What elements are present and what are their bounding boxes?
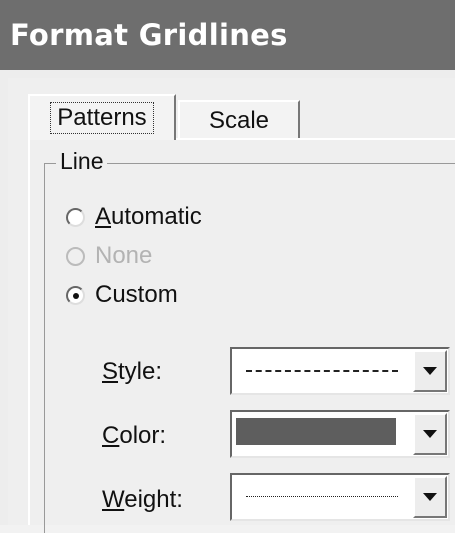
weight-dropdown[interactable] bbox=[230, 473, 450, 521]
dialog-title: Format Gridlines bbox=[10, 18, 288, 52]
patterns-panel: Line Automatic None Custom Style: Color: bbox=[28, 138, 455, 533]
chevron-down-icon bbox=[423, 493, 437, 501]
chevron-down-icon bbox=[423, 367, 437, 375]
radio-custom-label: Custom bbox=[95, 281, 178, 308]
radio-custom-button[interactable] bbox=[66, 285, 85, 305]
radio-automatic-label: Automatic bbox=[95, 203, 202, 230]
tab-scale-label: Scale bbox=[208, 107, 270, 134]
dialog-body: Patterns Scale Line Automatic None Custo… bbox=[8, 78, 455, 533]
format-gridlines-dialog: Format Gridlines Patterns Scale Line Aut… bbox=[0, 0, 455, 533]
color-dropdown-button[interactable] bbox=[413, 413, 447, 455]
tab-patterns-label: Patterns bbox=[50, 102, 154, 134]
color-dropdown[interactable] bbox=[230, 410, 450, 458]
style-preview bbox=[238, 357, 404, 385]
radio-none-button bbox=[66, 246, 85, 266]
title-bar[interactable]: Format Gridlines bbox=[0, 0, 455, 70]
chevron-down-icon bbox=[423, 430, 437, 438]
radio-automatic[interactable]: Automatic bbox=[66, 203, 202, 231]
style-dropdown-button[interactable] bbox=[413, 350, 447, 392]
tab-scale[interactable]: Scale bbox=[178, 100, 300, 140]
radio-none-label: None bbox=[95, 242, 153, 269]
dashed-line-sample bbox=[246, 370, 398, 372]
style-dropdown[interactable] bbox=[230, 347, 450, 395]
line-group-label: Line bbox=[56, 148, 108, 175]
color-swatch bbox=[236, 418, 396, 445]
weight-preview bbox=[238, 483, 404, 511]
weight-dropdown-button[interactable] bbox=[413, 476, 447, 518]
radio-automatic-button[interactable] bbox=[66, 207, 85, 227]
radio-custom[interactable]: Custom bbox=[66, 281, 178, 309]
radio-none: None bbox=[66, 242, 152, 270]
hairline-sample bbox=[246, 496, 398, 497]
tab-patterns[interactable]: Patterns bbox=[28, 94, 176, 140]
color-label: Color: bbox=[102, 422, 167, 449]
weight-label: Weight: bbox=[102, 486, 183, 513]
style-label: Style: bbox=[102, 358, 163, 385]
